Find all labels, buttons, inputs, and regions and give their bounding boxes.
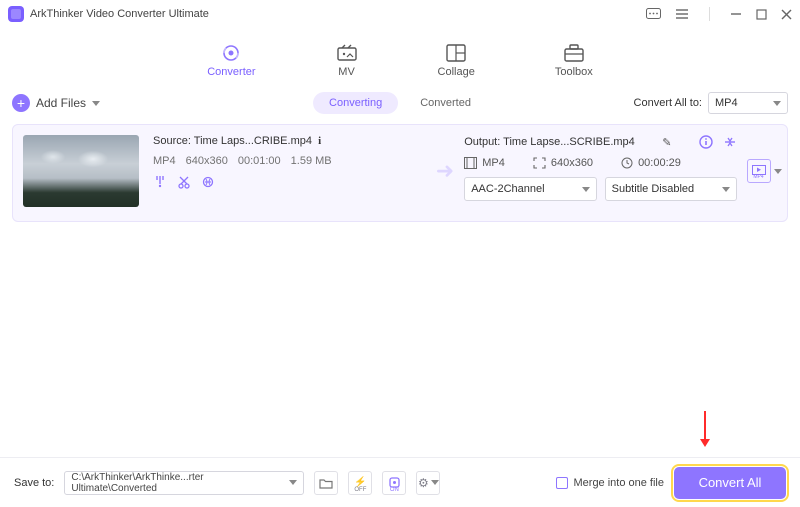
convert-all-to-select[interactable]: MP4 xyxy=(708,92,788,114)
app-title: ArkThinker Video Converter Ultimate xyxy=(30,8,209,20)
segment-converted[interactable]: Converted xyxy=(404,92,487,114)
checkbox-icon xyxy=(556,477,568,489)
settings-button[interactable]: ⚙ xyxy=(416,471,440,495)
source-format: MP4 xyxy=(153,155,176,167)
save-path-value: C:\ArkThinker\ArkThinke...rter Ultimate\… xyxy=(71,472,289,494)
tab-mv-label: MV xyxy=(338,66,355,78)
toolbox-icon xyxy=(563,44,585,62)
collage-icon xyxy=(445,44,467,62)
source-filename: Source: Time Laps...CRIBE.mp4 i xyxy=(153,135,321,147)
mv-icon xyxy=(336,44,358,62)
save-to-label: Save to: xyxy=(14,477,54,489)
plus-icon: + xyxy=(12,94,30,112)
clock-icon xyxy=(621,157,633,169)
app-logo-icon xyxy=(8,6,24,22)
tab-collage[interactable]: Collage xyxy=(438,44,475,78)
source-resolution: 640x360 xyxy=(186,155,228,167)
convert-all-to: Convert All to: MP4 xyxy=(634,92,788,114)
format-icon xyxy=(464,157,477,169)
tab-mv[interactable]: MV xyxy=(336,44,358,78)
tab-toolbox[interactable]: Toolbox xyxy=(555,44,593,78)
output-resolution: 640x360 xyxy=(551,157,593,169)
converter-icon xyxy=(220,44,242,62)
edit-output-name-icon[interactable]: ✎ xyxy=(662,136,671,149)
subtitle-select-value: Subtitle Disabled xyxy=(612,183,695,195)
status-segment: Converting Converted xyxy=(313,92,487,114)
compress-icon[interactable] xyxy=(723,135,737,149)
chevron-down-icon xyxy=(289,480,297,485)
file-card: Source: Time Laps...CRIBE.mp4 i MP4 640x… xyxy=(12,124,788,222)
tab-toolbox-label: Toolbox xyxy=(555,66,593,78)
convert-all-to-label: Convert All to: xyxy=(634,97,702,109)
tab-collage-label: Collage xyxy=(438,66,475,78)
toolbar: + Add Files Converting Converted Convert… xyxy=(12,90,788,116)
chevron-down-icon xyxy=(92,101,100,106)
close-icon[interactable] xyxy=(781,9,792,20)
output-profile xyxy=(751,135,777,207)
save-path-select[interactable]: C:\ArkThinker\ArkThinke...rter Ultimate\… xyxy=(64,471,304,495)
merge-checkbox[interactable]: Merge into one file xyxy=(556,477,665,489)
output-column: Output: Time Lapse...SCRIBE.mp4 ✎ MP4 64… xyxy=(464,135,737,207)
audio-select-value: AAC-2Channel xyxy=(471,183,544,195)
info-icon[interactable] xyxy=(699,135,713,149)
source-duration: 00:01:00 xyxy=(238,155,281,167)
footer-bar: Save to: C:\ArkThinker\ArkThinke...rter … xyxy=(0,457,800,507)
menu-icon[interactable] xyxy=(675,8,689,20)
add-files-button[interactable]: + Add Files xyxy=(12,94,100,112)
convert-all-to-value: MP4 xyxy=(715,97,738,109)
source-tools xyxy=(153,175,426,189)
source-column: Source: Time Laps...CRIBE.mp4 i MP4 640x… xyxy=(153,135,426,207)
source-meta: MP4 640x360 00:01:00 1.59 MB xyxy=(153,155,426,167)
merge-label: Merge into one file xyxy=(574,477,665,489)
output-profile-button[interactable] xyxy=(747,159,771,183)
hw-accel-button[interactable]: ⚡OFF xyxy=(348,471,372,495)
resolution-icon xyxy=(533,157,546,169)
title-bar: ArkThinker Video Converter Ultimate xyxy=(0,0,800,28)
audio-select[interactable]: AAC-2Channel xyxy=(464,177,596,201)
subtitle-select[interactable]: Subtitle Disabled xyxy=(605,177,737,201)
maximize-icon[interactable] xyxy=(756,9,767,20)
tab-converter-label: Converter xyxy=(207,66,255,78)
enhance-icon[interactable] xyxy=(201,175,215,189)
video-thumbnail[interactable] xyxy=(23,135,139,207)
source-size: 1.59 MB xyxy=(291,155,332,167)
output-filename: Output: Time Lapse...SCRIBE.mp4 xyxy=(464,136,635,148)
open-folder-button[interactable] xyxy=(314,471,338,495)
gpu-button[interactable]: ON xyxy=(382,471,406,495)
chevron-down-icon xyxy=(722,187,730,192)
cut-icon[interactable] xyxy=(177,175,191,189)
annotation-arrow-icon xyxy=(700,411,710,447)
output-duration: 00:00:29 xyxy=(638,157,681,169)
add-files-label: Add Files xyxy=(36,96,86,110)
segment-converting[interactable]: Converting xyxy=(313,92,398,114)
divider xyxy=(709,7,710,21)
main-nav: Converter MV Collage Toolbox xyxy=(0,28,800,84)
chevron-down-icon xyxy=(582,187,590,192)
output-meta: MP4 640x360 00:00:29 xyxy=(464,157,737,169)
tab-converter[interactable]: Converter xyxy=(207,44,255,78)
convert-all-button[interactable]: Convert All xyxy=(674,467,786,499)
arrow-right-icon: ➜ xyxy=(436,158,454,184)
chevron-down-icon xyxy=(773,101,781,106)
feedback-icon[interactable] xyxy=(646,8,661,21)
output-format: MP4 xyxy=(482,157,505,169)
chevron-down-icon[interactable] xyxy=(774,169,782,174)
trim-icon[interactable] xyxy=(153,175,167,189)
minimize-icon[interactable] xyxy=(730,8,742,20)
